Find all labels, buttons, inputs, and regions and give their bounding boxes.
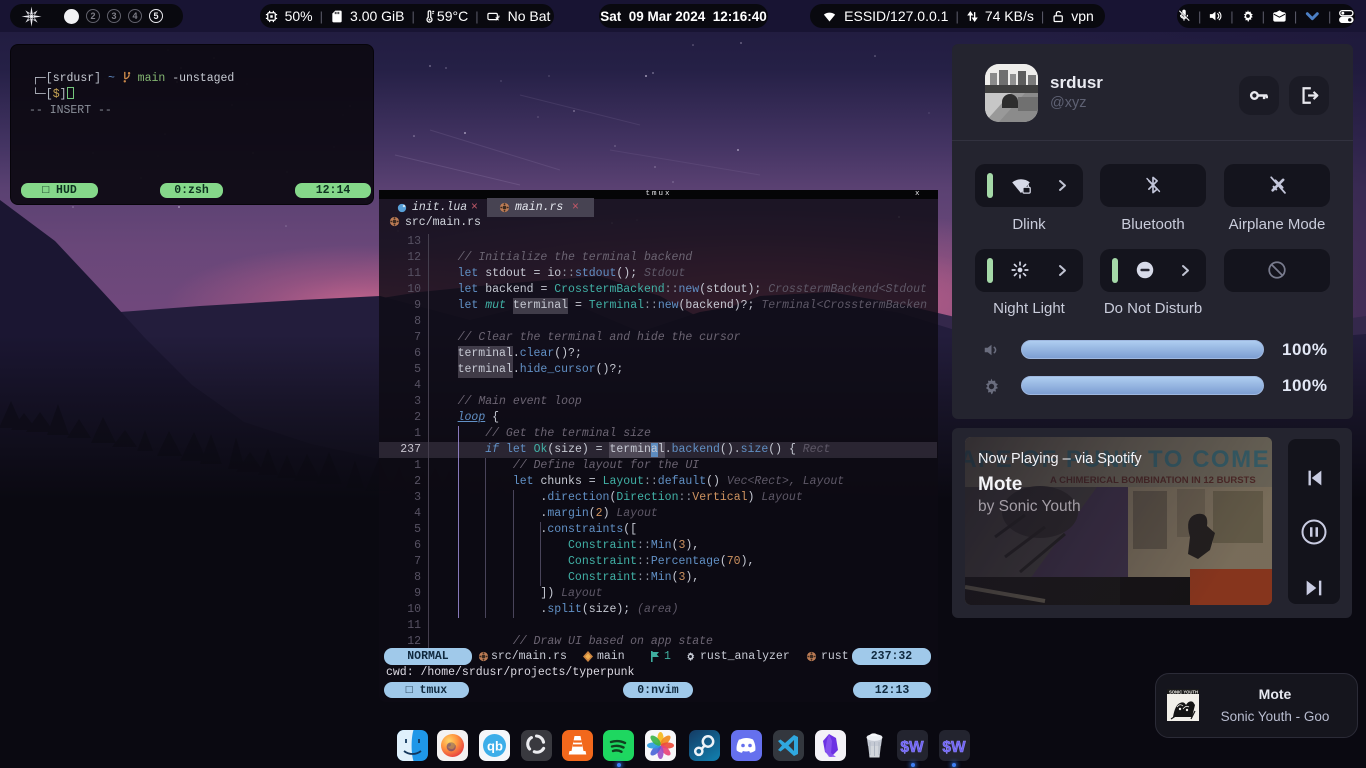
svg-text:qb: qb <box>487 738 503 753</box>
svg-text:$W: $W <box>942 739 966 756</box>
svg-text:$W: $W <box>900 739 924 756</box>
svg-text:SONIC YOUTH: SONIC YOUTH <box>1169 689 1198 694</box>
